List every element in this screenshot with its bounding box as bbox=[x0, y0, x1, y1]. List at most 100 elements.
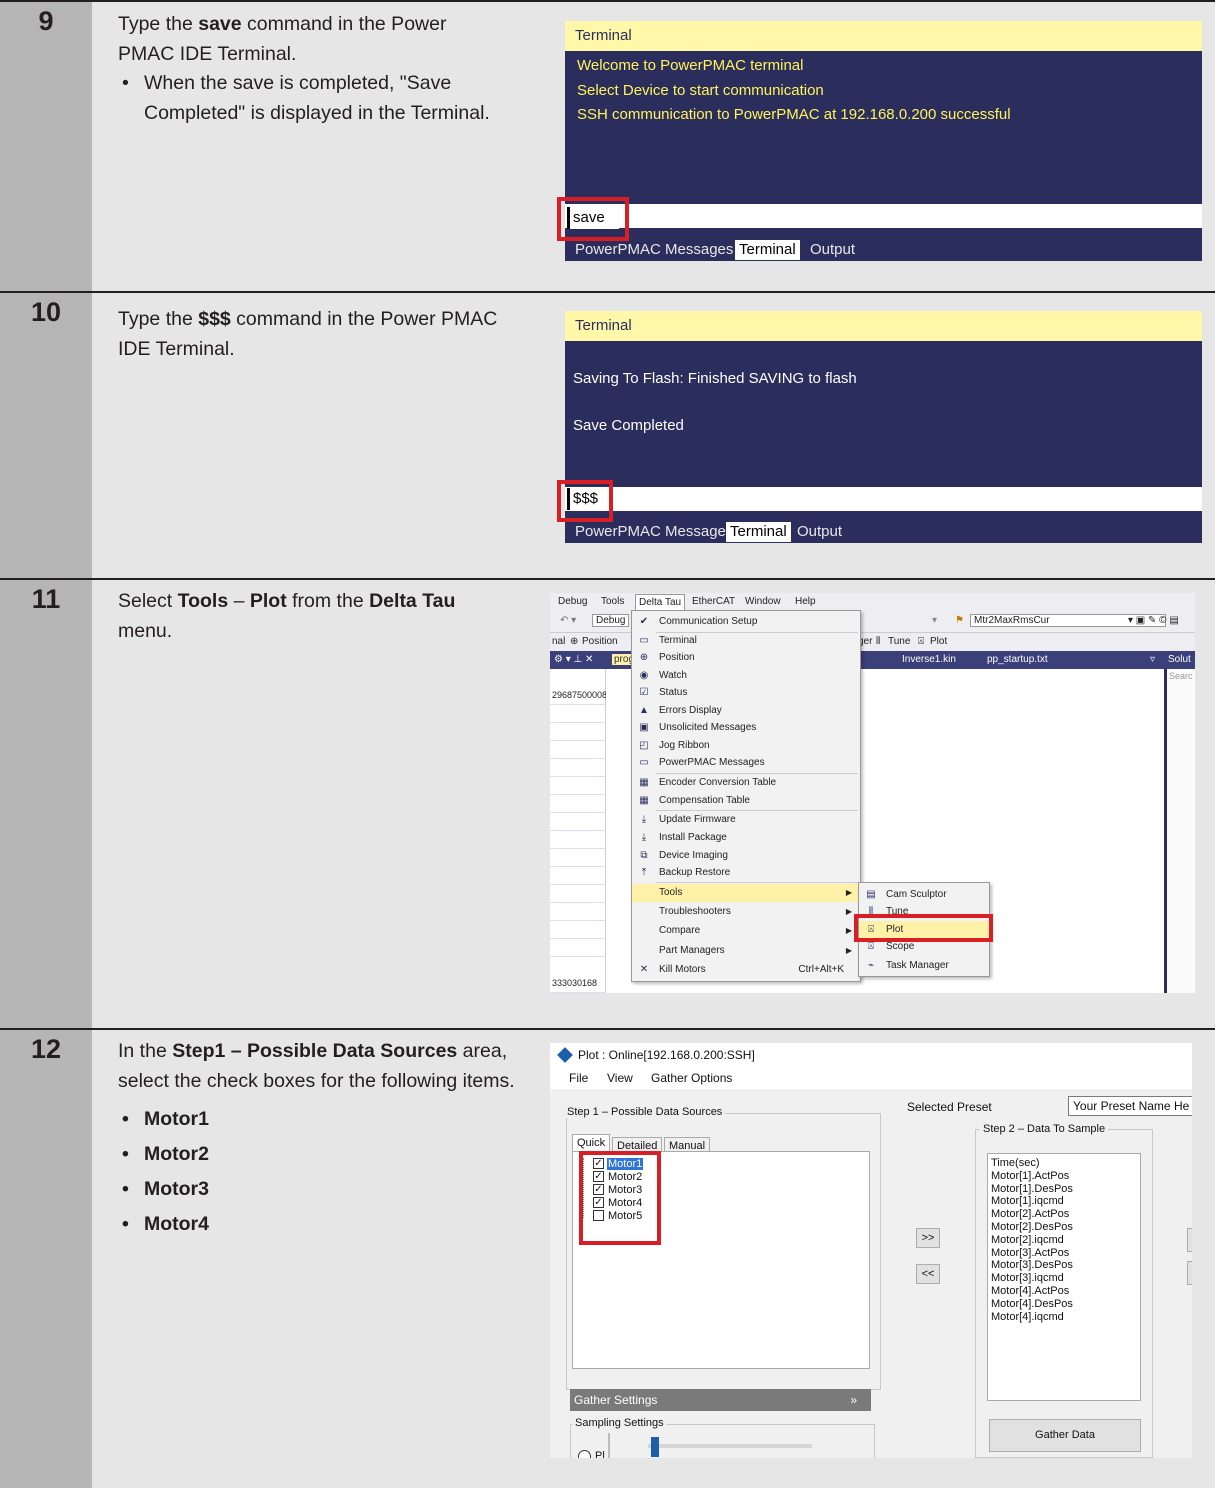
tab-quick[interactable]: Quick bbox=[572, 1134, 611, 1152]
terminal-line: Welcome to PowerPMAC terminal bbox=[577, 57, 804, 74]
side-button[interactable] bbox=[1187, 1261, 1192, 1285]
pane-pin-icon[interactable]: ▿ bbox=[1150, 654, 1155, 665]
menu-delta-tau[interactable]: Delta Tau bbox=[635, 594, 686, 610]
step12-area-name: Step1 – Possible Data Sources bbox=[172, 1040, 458, 1062]
menu-item-task-manager[interactable]: ⌁ Task Manager bbox=[859, 957, 989, 975]
menu-help[interactable]: Help bbox=[795, 596, 816, 607]
preset-name-field[interactable]: Your Preset Name He bbox=[1068, 1096, 1192, 1116]
menu-item-powerpmac-messages[interactable]: ▭ PowerPMAC Messages bbox=[632, 754, 860, 772]
sample-item[interactable]: Motor[4].DesPos bbox=[988, 1298, 1140, 1311]
menu-item-communication-setup[interactable]: ✔ Communication Setup bbox=[632, 613, 860, 631]
sample-item[interactable]: Motor[1].ActPos bbox=[988, 1170, 1140, 1183]
tab-terminal[interactable]: Terminal bbox=[735, 240, 800, 260]
menu-item-kill-motors[interactable]: ✕ Kill Motors Ctrl+Alt+K bbox=[632, 961, 860, 979]
remove-source-button[interactable]: << bbox=[916, 1264, 940, 1284]
tab-output[interactable]: Output bbox=[793, 522, 846, 542]
menu-item-cam-sculptor[interactable]: ▤ Cam Sculptor bbox=[859, 886, 989, 904]
highlight-box bbox=[579, 1151, 661, 1245]
sample-item[interactable]: Motor[2].ActPos bbox=[988, 1208, 1140, 1221]
toolbar-icons[interactable]: ▾ ▣ ✎ © ▤ bbox=[1128, 615, 1179, 626]
step9-text: Type the save command in the Power PMAC … bbox=[118, 10, 528, 128]
menu-item-position[interactable]: ⊕ Position bbox=[632, 649, 860, 667]
download-icon: ⤓ bbox=[641, 814, 647, 825]
terminal-input-bar[interactable] bbox=[565, 487, 1202, 511]
step9-line1: Type the save command in the Power bbox=[118, 13, 447, 35]
menu-item-compensation-table[interactable]: ▦ Compensation Table bbox=[632, 792, 860, 810]
tab-detailed[interactable]: Detailed bbox=[612, 1137, 663, 1152]
sampling-slider-track[interactable] bbox=[648, 1444, 812, 1448]
sample-item[interactable]: Motor[4].iqcmd bbox=[988, 1311, 1140, 1324]
tab-solution[interactable]: Solut bbox=[1168, 654, 1191, 665]
left-pane-row bbox=[550, 813, 606, 831]
sample-item[interactable]: Time(sec) bbox=[988, 1157, 1140, 1170]
menu-item-device-imaging[interactable]: ⧉ Device Imaging bbox=[632, 847, 860, 865]
toolbar-position[interactable]: Position bbox=[582, 636, 618, 647]
step12-item-list: Motor1 Motor2 Motor3 Motor4 bbox=[118, 1102, 530, 1242]
radio-button[interactable] bbox=[578, 1450, 591, 1458]
menu-gather-options[interactable]: Gather Options bbox=[651, 1071, 732, 1085]
gather-settings-bar[interactable]: Gather Settings» bbox=[570, 1389, 871, 1411]
terminal-input-bar[interactable] bbox=[565, 204, 1202, 228]
menu-item-errors-display[interactable]: ▲ Errors Display bbox=[632, 702, 860, 720]
menu-item-compare[interactable]: Compare ▶ bbox=[632, 922, 860, 940]
sample-item[interactable]: Motor[1].DesPos bbox=[988, 1183, 1140, 1196]
sample-item[interactable]: Motor[1].iqcmd bbox=[988, 1195, 1140, 1208]
menu-item-backup-restore[interactable]: ⤒ Backup Restore bbox=[632, 864, 860, 882]
menu-item-troubleshooters[interactable]: Troubleshooters ▶ bbox=[632, 903, 860, 921]
left-pane-row bbox=[550, 885, 606, 903]
menu-item-status[interactable]: ☑ Status bbox=[632, 684, 860, 702]
tab-powerpmac-messages[interactable]: PowerPMAC Messages bbox=[571, 240, 737, 260]
menu-ethercat[interactable]: EtherCAT bbox=[692, 596, 735, 607]
config-combo[interactable]: Debug bbox=[592, 614, 630, 627]
tab-terminal[interactable]: Terminal bbox=[726, 522, 791, 542]
menu-view[interactable]: View bbox=[607, 1071, 633, 1085]
menu-tools[interactable]: Tools bbox=[601, 596, 624, 607]
sample-item[interactable]: Motor[3].iqcmd bbox=[988, 1272, 1140, 1285]
pane-controls[interactable]: ⚙ ▾ ⊥ ✕ bbox=[554, 654, 593, 665]
table-icon: ▦ bbox=[639, 795, 649, 806]
menu-item-terminal[interactable]: ▭ Terminal bbox=[632, 632, 860, 650]
sample-item[interactable]: Motor[2].DesPos bbox=[988, 1221, 1140, 1234]
left-pane-row: 333030168 bbox=[550, 975, 606, 993]
sample-item[interactable]: Motor[4].ActPos bbox=[988, 1285, 1140, 1298]
add-source-button[interactable]: >> bbox=[916, 1228, 940, 1248]
tab-startup[interactable]: pp_startup.txt bbox=[987, 654, 1048, 665]
menu-item-part-managers[interactable]: Part Managers ▶ bbox=[632, 942, 860, 960]
gather-data-button[interactable]: Gather Data bbox=[989, 1419, 1141, 1452]
step-number-cell: 10 bbox=[0, 293, 92, 578]
sample-item[interactable]: Motor[2].iqcmd bbox=[988, 1234, 1140, 1247]
undo-icon[interactable]: ↶ ▾ bbox=[560, 615, 576, 626]
menu-item-tools[interactable]: Tools ▶ bbox=[632, 884, 860, 902]
selected-preset-label: Selected Preset bbox=[907, 1100, 992, 1114]
sample-item[interactable]: Motor[3].DesPos bbox=[988, 1259, 1140, 1272]
menu-file[interactable]: File bbox=[569, 1071, 588, 1085]
data-to-sample-list[interactable]: Time(sec) Motor[1].ActPos Motor[1].DesPos M… bbox=[987, 1153, 1141, 1401]
menu-item-jog-ribbon[interactable]: ◰ Jog Ribbon bbox=[632, 737, 860, 755]
tab-inverse-kin[interactable]: Inverse1.kin bbox=[902, 654, 956, 665]
table-icon: ▦ bbox=[639, 777, 649, 788]
menu-item-unsolicited-messages[interactable]: ▣ Unsolicited Messages bbox=[632, 719, 860, 737]
terminal-line: Saving To Flash: Finished SAVING to flas… bbox=[573, 370, 857, 387]
menu-window[interactable]: Window bbox=[745, 596, 781, 607]
tab-manual[interactable]: Manual bbox=[664, 1137, 711, 1152]
left-pane-row bbox=[550, 741, 606, 759]
tab-powerpmac-messages[interactable]: PowerPMAC Messages bbox=[571, 522, 737, 542]
menu-item-encoder-conversion-table[interactable]: ▦ Encoder Conversion Table bbox=[632, 774, 860, 792]
menu-debug[interactable]: Debug bbox=[558, 596, 587, 607]
menu-item-update-firmware[interactable]: ⤓ Update Firmware bbox=[632, 811, 860, 829]
menu-item-watch[interactable]: ◉ Watch bbox=[632, 667, 860, 685]
sampling-slider-thumb[interactable] bbox=[651, 1437, 659, 1457]
chevron-down-icon[interactable]: ▾ bbox=[932, 615, 937, 626]
sample-item[interactable]: Motor[3].ActPos bbox=[988, 1247, 1140, 1260]
menu-item-install-package[interactable]: ⤓ Install Package bbox=[632, 829, 860, 847]
crosshair-icon: ⊕ bbox=[639, 652, 649, 663]
list-item: Motor4 bbox=[118, 1207, 530, 1242]
side-button[interactable] bbox=[1187, 1228, 1192, 1252]
toolbar-tune[interactable]: Tune bbox=[888, 636, 910, 647]
run-icon[interactable]: ⚑ bbox=[955, 615, 964, 626]
jog-icon: ◰ bbox=[639, 740, 649, 751]
search-field[interactable]: Searc bbox=[1169, 671, 1193, 681]
toolbar-terminal-fragment[interactable]: nal bbox=[552, 636, 565, 647]
tab-output[interactable]: Output bbox=[806, 240, 859, 260]
toolbar-plot[interactable]: Plot bbox=[930, 636, 947, 647]
